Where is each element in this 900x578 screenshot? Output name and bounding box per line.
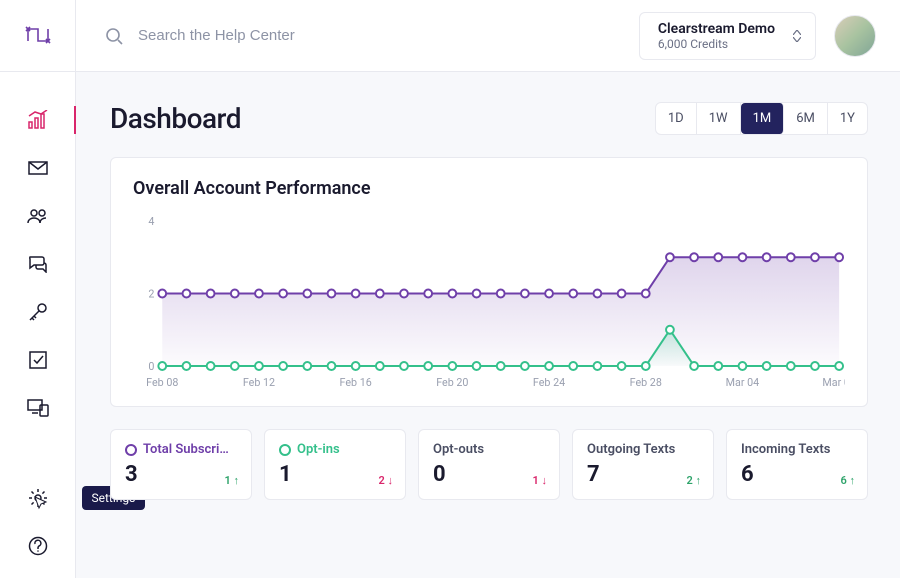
svg-text:Feb 20: Feb 20: [436, 376, 468, 389]
key-icon: [28, 302, 48, 322]
sidebar-item-people[interactable]: [16, 194, 60, 238]
performance-chart: 0 2 4 Feb 08 Feb 12 Feb 16 Feb 20 Feb 24 Feb 28 M…: [133, 211, 845, 396]
search-input[interactable]: [138, 27, 438, 44]
avatar[interactable]: [834, 15, 876, 57]
metric-label: Opt-outs: [433, 442, 545, 457]
sidebar-item-threads[interactable]: [16, 242, 60, 286]
metric-value: 6: [741, 462, 853, 487]
metric-label: Opt-ins: [279, 442, 391, 457]
metric-delta: 2 ↑: [686, 474, 701, 487]
metric-delta: 1 ↓: [532, 474, 547, 487]
svg-text:Feb 16: Feb 16: [340, 376, 372, 389]
metric-delta: 6 ↑: [840, 474, 855, 487]
metric-value: 0: [433, 462, 545, 487]
metric-label: Incoming Texts: [741, 442, 853, 457]
page-header: Dashboard 1D1W1M6M1Y: [110, 102, 868, 135]
account-selector[interactable]: Clearstream Demo 6,000 Credits: [639, 12, 816, 60]
mail-icon: [28, 161, 48, 175]
chat-icon: [28, 255, 48, 273]
svg-text:0: 0: [148, 360, 154, 373]
metric-card-1[interactable]: Opt-ins 12 ↓: [264, 429, 406, 500]
checkbox-icon: [29, 351, 47, 369]
chart-title: Overall Account Performance: [133, 178, 845, 199]
app-logo[interactable]: [0, 0, 76, 72]
metric-card-2[interactable]: Opt-outs 01 ↓: [418, 429, 560, 500]
sidebar-item-dashboard[interactable]: [16, 98, 60, 142]
metric-card-3[interactable]: Outgoing Texts 72 ↑: [572, 429, 714, 500]
search-icon: [104, 26, 124, 46]
main-content: Dashboard 1D1W1M6M1Y Overall Account Per…: [76, 72, 900, 578]
sidebar-item-messages[interactable]: [16, 146, 60, 190]
sidebar-item-polls[interactable]: [16, 338, 60, 382]
range-option-1Y[interactable]: 1Y: [828, 103, 867, 134]
cursor-icon: [34, 496, 48, 510]
topbar: Clearstream Demo 6,000 Credits: [0, 0, 900, 72]
metrics-row: Total Subscri… 31 ↑ Opt-ins 12 ↓ Opt-outs 01 …: [110, 429, 868, 500]
metric-value: 3: [125, 462, 237, 487]
account-name: Clearstream Demo: [658, 21, 775, 37]
metric-value: 7: [587, 462, 699, 487]
chart-card: Overall Account Performance 0 2 4 Feb 08 Feb…: [110, 157, 868, 407]
series-ring-icon: [125, 444, 137, 456]
svg-text:Feb 28: Feb 28: [630, 376, 662, 389]
metric-delta: 1 ↑: [224, 474, 239, 487]
svg-text:Mar 04: Mar 04: [726, 376, 760, 389]
sidebar-item-settings[interactable]: Settings: [16, 476, 60, 520]
svg-text:Feb 12: Feb 12: [243, 376, 275, 389]
account-chevron-icon: [793, 30, 801, 42]
help-icon: [28, 536, 48, 556]
page-title: Dashboard: [110, 102, 241, 135]
metric-label: Outgoing Texts: [587, 442, 699, 457]
search-area: [76, 26, 639, 46]
sidebar-item-keywords[interactable]: [16, 290, 60, 334]
metric-value: 1: [279, 462, 391, 487]
svg-text:Mar 08: Mar 08: [822, 376, 845, 389]
metric-delta: 2 ↓: [378, 474, 393, 487]
range-option-1W[interactable]: 1W: [697, 103, 741, 134]
people-icon: [27, 208, 49, 224]
range-option-6M[interactable]: 6M: [784, 103, 828, 134]
range-option-1D[interactable]: 1D: [656, 103, 697, 134]
svg-text:Feb 24: Feb 24: [533, 376, 565, 389]
metric-card-4[interactable]: Incoming Texts 66 ↑: [726, 429, 868, 500]
chart-icon: [27, 110, 49, 130]
sidebar-item-help[interactable]: [16, 524, 60, 568]
sidebar-item-devices[interactable]: [16, 386, 60, 430]
svg-text:4: 4: [148, 215, 154, 228]
series-ring-icon: [279, 444, 291, 456]
metric-card-0[interactable]: Total Subscri… 31 ↑: [110, 429, 252, 500]
date-range-picker: 1D1W1M6M1Y: [655, 102, 868, 135]
range-option-1M[interactable]: 1M: [741, 103, 785, 134]
logo-icon: [24, 23, 52, 49]
account-credits: 6,000 Credits: [658, 37, 775, 51]
svg-text:2: 2: [148, 287, 154, 300]
metric-label: Total Subscri…: [125, 442, 237, 457]
sidebar: Settings: [0, 72, 76, 578]
devices-icon: [27, 399, 49, 417]
svg-text:Feb 08: Feb 08: [146, 376, 178, 389]
